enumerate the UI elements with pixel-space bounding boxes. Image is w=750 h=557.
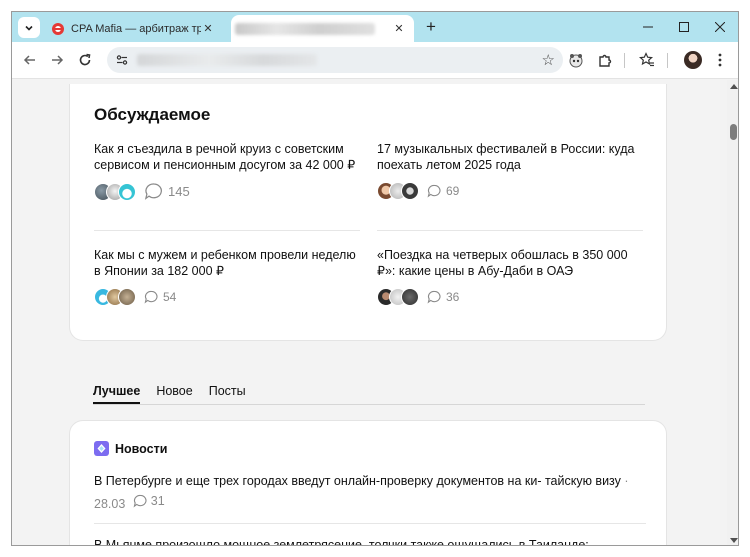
forward-button[interactable] [48,51,66,69]
scroll-down-arrow-icon[interactable] [730,538,738,543]
tab-cpa-mafia[interactable]: CPA Mafia — арбитраж трафика ✕ [45,15,223,42]
avatar [401,288,419,306]
avatar [118,182,136,201]
reload-icon [79,53,91,66]
kebab-menu-icon [718,53,722,67]
chevron-down-icon [25,25,33,31]
url-text-redacted[interactable] [137,54,317,66]
avatar-stack [94,182,136,201]
avatar-stack [94,288,136,306]
comment-bubble-icon [144,290,158,304]
avatar-stack [377,182,419,200]
menu-button[interactable] [711,51,729,69]
article-meta: 54 [94,288,358,306]
minimize-icon [643,26,653,28]
article-meta: 36 [377,288,641,306]
news-item[interactable]: В Мьянме произошло мощное землетрясение,… [94,535,646,545]
extension-icon[interactable] [567,51,585,69]
tab-active[interactable]: ✕ [231,15,414,42]
toolbar-divider [624,53,625,68]
article-meta: 145 [94,182,358,201]
section-title: Обсуждаемое [94,105,211,124]
bookmarks-button[interactable] [638,51,656,69]
feed-tabs: Лучшее Новое Посты [93,384,246,406]
arrow-right-icon [52,55,64,65]
address-bar[interactable]: ☆ [107,47,563,73]
tab-new[interactable]: Новое [156,384,192,404]
close-window-button[interactable] [702,12,738,42]
scrollbar-thumb[interactable] [730,124,737,140]
cpa-mafia-icon [52,22,64,35]
maximize-icon [679,22,689,32]
extensions-button[interactable] [596,51,614,69]
tabs-underline [93,404,645,405]
star-list-icon [639,52,654,67]
tab-posts[interactable]: Посты [209,384,246,404]
comment-bubble-icon [427,290,441,304]
comment-bubble-icon [144,183,162,200]
article-title[interactable]: Как мы с мужем и ребенком провели неделю… [94,247,358,279]
news-title: Новости [115,441,168,456]
maximize-button[interactable] [666,12,702,42]
avatar [118,288,136,306]
news-comments: 31 [133,491,165,511]
browser-toolbar: ☆ [12,42,738,79]
news-diamond-icon [94,441,109,456]
arrow-left-icon [23,55,35,65]
site-info-icon[interactable] [115,53,129,67]
tab-title-redacted [235,22,375,35]
divider [377,230,643,231]
article-card[interactable]: 17 музыкальных фестивалей в России: куда… [377,141,641,200]
article-card[interactable]: «Поездка на четверых обошлась в 350 000 … [377,247,641,306]
scroll-up-arrow-icon[interactable] [730,84,738,89]
article-title[interactable]: Как я съездила в речной круиз с советски… [94,141,358,173]
minimize-button[interactable] [630,12,666,42]
toolbar-divider [667,53,668,68]
article-meta: 69 [377,182,641,200]
avatar-stack [377,288,419,306]
panda-extension-icon [569,54,583,68]
browser-window: CPA Mafia — арбитраж трафика ✕ ✕ + [11,11,739,546]
divider [94,523,646,524]
article-card[interactable]: Как мы с мужем и ребенком провели неделю… [94,247,358,306]
comment-count: 36 [446,290,460,304]
page-scrollbar[interactable] [727,80,738,545]
news-text[interactable]: В Мьянме произошло мощное землетрясение,… [94,538,589,545]
comment-bubble-icon [133,494,147,508]
news-item[interactable]: В Петербурге и еще трех городах введут о… [94,471,646,514]
article-card[interactable]: Как я съездила в речной круиз с советски… [94,141,358,201]
article-title[interactable]: «Поездка на четверых обошлась в 350 000 … [377,247,641,279]
comment-count: 54 [163,290,177,304]
avatar [401,182,419,200]
news-card: Новости В Петербурге и еще трех городах … [69,420,667,545]
reload-button[interactable] [76,51,94,69]
bookmark-star-icon[interactable]: ☆ [542,51,555,69]
new-tab-button[interactable]: + [421,17,441,37]
tab-close-icon[interactable]: ✕ [392,21,406,35]
profile-avatar[interactable] [684,51,702,69]
comment-count: 31 [150,494,165,508]
comment-count: 69 [446,184,460,198]
back-button[interactable] [21,51,39,69]
article-title[interactable]: 17 музыкальных фестивалей в России: куда… [377,141,641,173]
discussed-card: Обсуждаемое Как я съездила в речной круи… [69,84,667,341]
comment-bubble-icon [427,184,441,198]
tab-best[interactable]: Лучшее [93,384,141,404]
close-icon [715,22,725,32]
tab-close-icon[interactable]: ✕ [201,21,215,35]
tab-title: CPA Mafia — арбитраж трафика [71,22,201,35]
comment-count: 145 [168,184,190,199]
news-text[interactable]: В Петербурге и еще трех городах введут о… [94,474,621,488]
tab-strip: CPA Mafia — арбитраж трафика ✕ ✕ + [12,12,738,42]
page-viewport: Обсуждаемое Как я съездила в речной круи… [12,80,727,545]
news-header[interactable]: Новости [94,441,167,456]
puzzle-icon [598,54,611,67]
divider [94,230,360,231]
tab-search-button[interactable] [18,17,40,38]
